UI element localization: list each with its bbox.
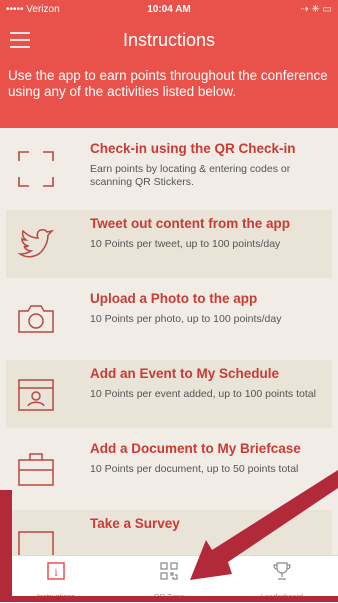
camera-icon	[18, 305, 54, 333]
item-title: Add a Document to My Briefcase	[90, 441, 301, 456]
nav-bar: Instructions	[0, 20, 338, 60]
status-bar: ••••• Verizon 10:04 AM ⇢ ✳ ▭	[0, 0, 338, 20]
twitter-bird-icon	[17, 229, 55, 258]
item-desc: 10 Points per document, up to 50 points …	[90, 463, 299, 475]
annotation-bar-bottom	[0, 596, 338, 602]
intro-text: Use the app to earn points throughout th…	[0, 60, 338, 128]
item-title: Take a Survey	[90, 516, 180, 531]
qr-frame-icon	[18, 151, 54, 187]
list-item[interactable]: Add a Document to My Briefcase 10 Points…	[6, 435, 332, 503]
item-desc: 10 Points per event added, up to 100 poi…	[90, 388, 316, 400]
survey-icon	[18, 531, 54, 555]
item-title: Upload a Photo to the app	[90, 291, 258, 306]
qr-icon	[160, 562, 178, 580]
list-item[interactable]: Tweet out content from the app 10 Points…	[6, 210, 332, 278]
list-item[interactable]: Take a Survey	[6, 510, 332, 555]
annotation-bar-left	[0, 490, 12, 602]
status-icons: ⇢ ✳ ▭	[300, 4, 332, 15]
activity-list: Check-in using the QR Check-in Earn poin…	[0, 128, 338, 555]
trophy-icon	[273, 562, 291, 580]
list-item[interactable]: Check-in using the QR Check-in Earn poin…	[6, 135, 332, 203]
item-title: Tweet out content from the app	[90, 216, 290, 231]
item-desc: 10 Points per tweet, up to 100 points/da…	[90, 238, 281, 250]
clock: 10:04 AM	[147, 4, 191, 15]
page-title: Instructions	[122, 30, 216, 50]
list-item[interactable]: Add an Event to My Schedule 10 Points pe…	[6, 360, 332, 428]
calendar-icon	[18, 379, 54, 411]
item-title: Check-in using the QR Check-in	[90, 141, 296, 156]
info-icon: i	[47, 562, 65, 580]
briefcase-icon	[18, 453, 54, 486]
item-desc: Earn points by locating & entering codes…	[90, 163, 291, 188]
item-desc: 10 Points per photo, up to 100 points/da…	[90, 313, 282, 325]
list-item[interactable]: Upload a Photo to the app 10 Points per …	[6, 285, 332, 353]
svg-text:i: i	[54, 565, 58, 579]
item-title: Add an Event to My Schedule	[90, 366, 280, 381]
